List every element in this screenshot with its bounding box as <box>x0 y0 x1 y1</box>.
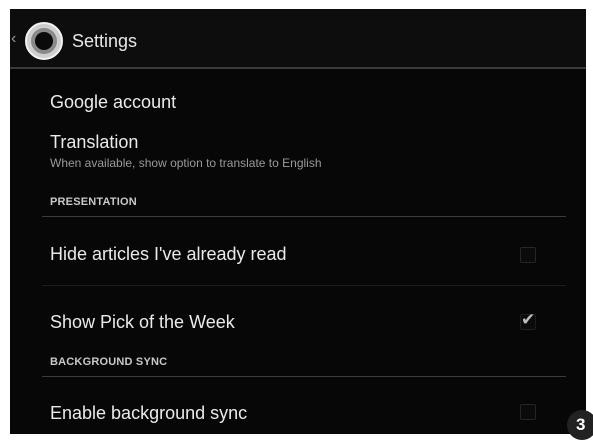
pick-of-week-checkbox[interactable]: ✔ <box>520 310 536 330</box>
background-sync-checkbox[interactable] <box>520 404 536 420</box>
section-header-presentation: PRESENTATION <box>50 196 137 208</box>
action-bar: ‹ Settings <box>10 9 586 67</box>
section-divider <box>42 216 566 217</box>
page-title: Settings <box>72 31 138 51</box>
page-number-badge: 3 <box>567 410 593 440</box>
setting-title: Show Pick of the Week <box>50 312 235 332</box>
setting-title: Hide articles I've already read <box>50 244 287 264</box>
setting-title: Google account <box>50 92 177 112</box>
item-divider <box>42 285 566 286</box>
section-header-background-sync: BACKGROUND SYNC <box>50 356 168 368</box>
section-divider <box>42 376 566 377</box>
setting-title: Enable background sync <box>50 403 248 423</box>
setting-title: Translation <box>50 132 139 152</box>
page-number: 3 <box>576 415 586 434</box>
chevron-left-icon[interactable]: ‹ <box>11 31 16 47</box>
app-logo-icon[interactable] <box>24 21 64 61</box>
settings-screen: ‹ Settings Google account Translation Wh… <box>10 9 586 434</box>
action-bar-divider <box>10 67 586 69</box>
hide-read-checkbox[interactable] <box>520 247 536 263</box>
checkmark-icon: ✔ <box>521 310 536 329</box>
setting-summary: When available, show option to translate… <box>50 156 322 170</box>
